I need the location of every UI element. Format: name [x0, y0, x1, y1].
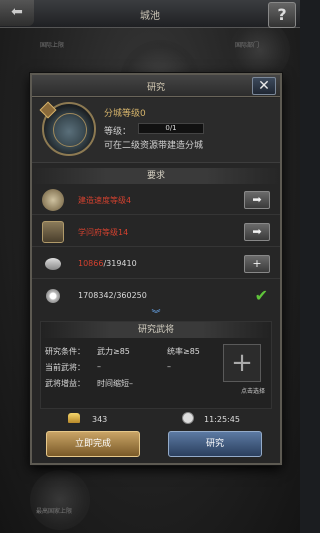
- level-value: 0/1: [138, 123, 204, 134]
- current-general-value: –: [97, 362, 101, 371]
- general-header: 研究武将: [41, 322, 271, 338]
- hourglass-icon: [182, 412, 194, 424]
- building-description: 可在二级资源带建造分城: [104, 141, 204, 151]
- requirement-text: 建造速度等级4: [78, 196, 132, 205]
- select-general-label: 点击选择: [240, 388, 265, 395]
- background-label: 最高国家上限: [36, 508, 73, 515]
- building-info: 分城等级0 等级： 0/1 可在二级资源带建造分城: [32, 98, 280, 163]
- academy-building-icon: [42, 221, 64, 243]
- requirement-text: 学问府等级14: [78, 228, 129, 237]
- condition-label: 研究条件：: [45, 347, 85, 356]
- research-general-panel: 研究武将 研究条件： 武力≥85 统率≥85 当前武将： – – 武将增益： 时…: [40, 321, 272, 409]
- book-resource-icon: [45, 258, 61, 270]
- goto-button[interactable]: ➡: [244, 223, 270, 241]
- top-bar: ⬅ 城池 ?: [0, 0, 300, 28]
- check-icon: ✔: [254, 286, 268, 305]
- help-button[interactable]: ?: [268, 2, 296, 28]
- current-general-label: 当前武将：: [45, 363, 85, 372]
- bonus-value: 时间缩短–: [97, 379, 133, 388]
- condition-command: 统率≥85: [167, 347, 200, 356]
- background-building: [30, 470, 90, 530]
- gold-ingot-icon: [68, 413, 80, 423]
- add-resource-button[interactable]: +: [244, 255, 270, 273]
- plus-icon: +: [231, 348, 253, 378]
- dialog-header: 研究 ✕: [32, 75, 280, 97]
- current-general-value: –: [167, 362, 171, 371]
- dialog-footer: 343 11:25:45 立即完成 研究: [32, 409, 280, 465]
- building-name: 分城等级0: [104, 109, 146, 119]
- background-label: 国际上限: [40, 42, 65, 49]
- plus-icon: +: [252, 257, 262, 270]
- select-general-slot[interactable]: +: [223, 344, 261, 382]
- requirements-header: 要求: [32, 168, 280, 184]
- close-button[interactable]: ✕: [252, 77, 276, 95]
- research-button[interactable]: 研究: [168, 431, 262, 457]
- requirement-text: 1708342/360250: [78, 291, 147, 300]
- page-title: 城池: [140, 11, 160, 22]
- coin-resource-icon: [46, 289, 60, 303]
- condition-force: 武力≥85: [97, 347, 130, 356]
- research-dialog: 研究 ✕ 分城等级0 等级： 0/1 可在二级资源带建造分城 要求 建造速度等级…: [30, 73, 282, 465]
- gold-cost: 343: [92, 415, 108, 424]
- close-icon: ✕: [258, 78, 270, 94]
- research-time: 11:25:45: [204, 415, 240, 424]
- goto-button[interactable]: ➡: [244, 191, 270, 209]
- chevron-down-icon[interactable]: ︾: [32, 307, 280, 320]
- background-label: 国际部门: [235, 42, 260, 49]
- background-building: [230, 20, 290, 80]
- requirement-row: 建造速度等级4 ➡: [32, 185, 280, 215]
- requirement-text: 10866/319410: [78, 259, 137, 268]
- arrow-right-icon: ➡: [252, 225, 262, 238]
- bonus-label: 武将增益：: [45, 379, 85, 388]
- construction-speed-icon: [42, 189, 64, 211]
- level-label: 等级：: [104, 127, 132, 137]
- instant-complete-button[interactable]: 立即完成: [46, 431, 140, 457]
- arrow-right-icon: ➡: [252, 193, 262, 206]
- dialog-title: 研究: [146, 83, 165, 93]
- requirement-row: 学问府等级14 ➡: [32, 217, 280, 247]
- requirement-row: 10866/319410 +: [32, 249, 280, 279]
